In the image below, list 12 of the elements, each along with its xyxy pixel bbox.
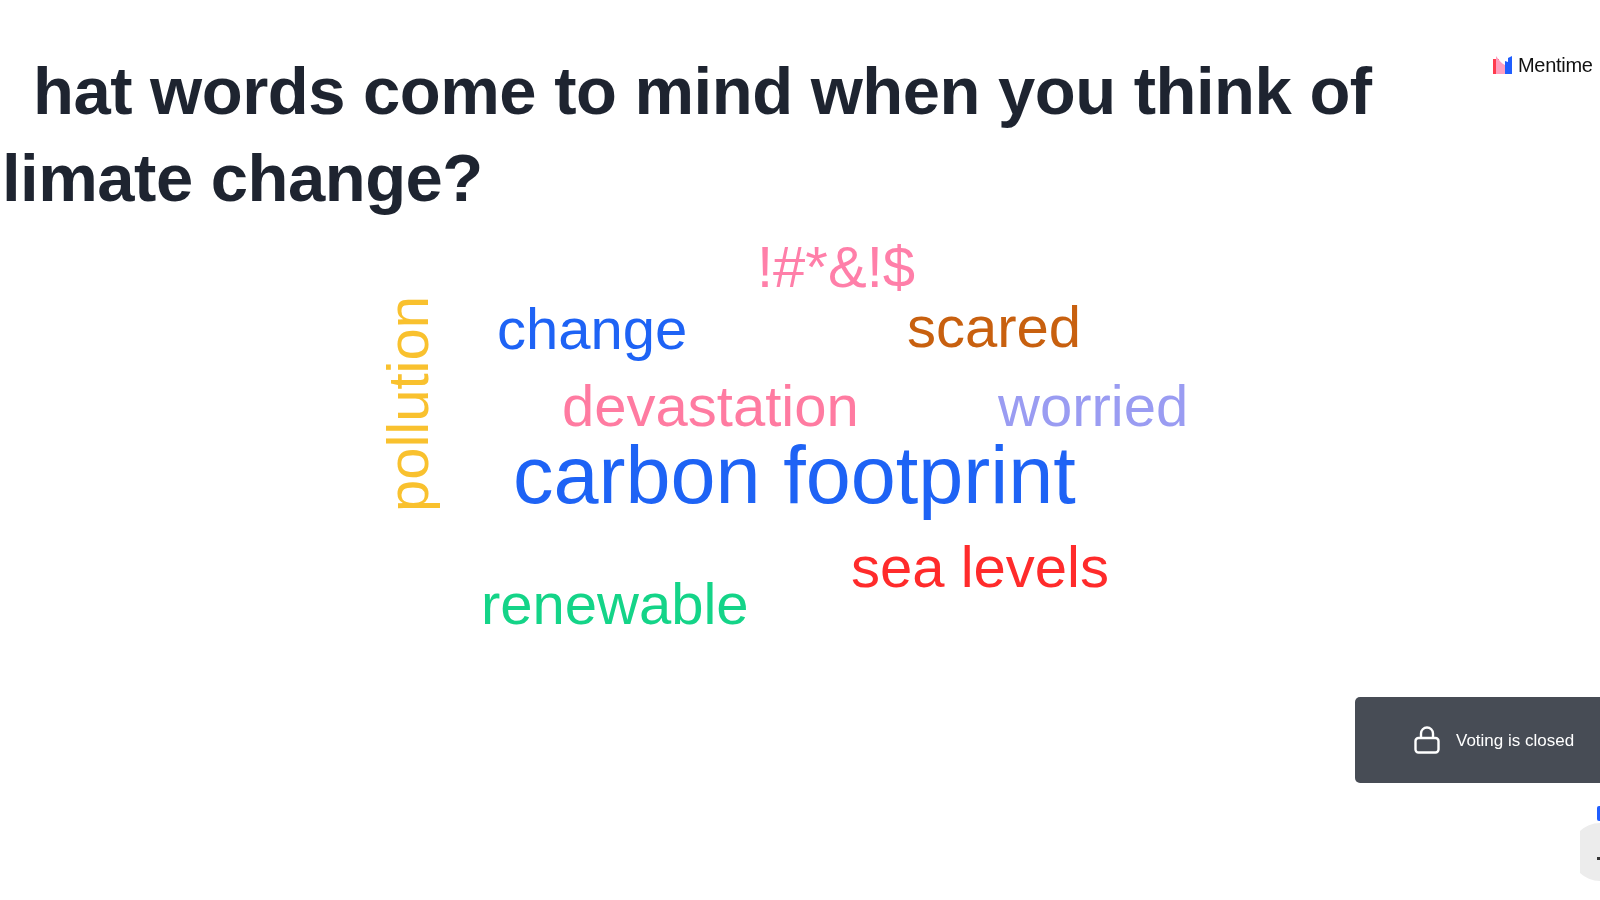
brand-name: Mentime [1518, 55, 1593, 75]
status-text: Voting is closed [1456, 731, 1575, 749]
side-tab[interactable] [1597, 806, 1600, 821]
logo-icon [1493, 56, 1512, 74]
cloud-word: !#*&!$ [757, 238, 915, 296]
cloud-word: worried [998, 377, 1189, 435]
cloud-word: sea levels [851, 538, 1109, 596]
cloud-word: scared [907, 298, 1082, 356]
question-title: hat words come to mind when you think of limate change? [2, 52, 1374, 217]
cloud-word: renewable [481, 575, 749, 633]
cloud-word: devastation [562, 377, 859, 435]
lock-icon [1414, 726, 1440, 754]
